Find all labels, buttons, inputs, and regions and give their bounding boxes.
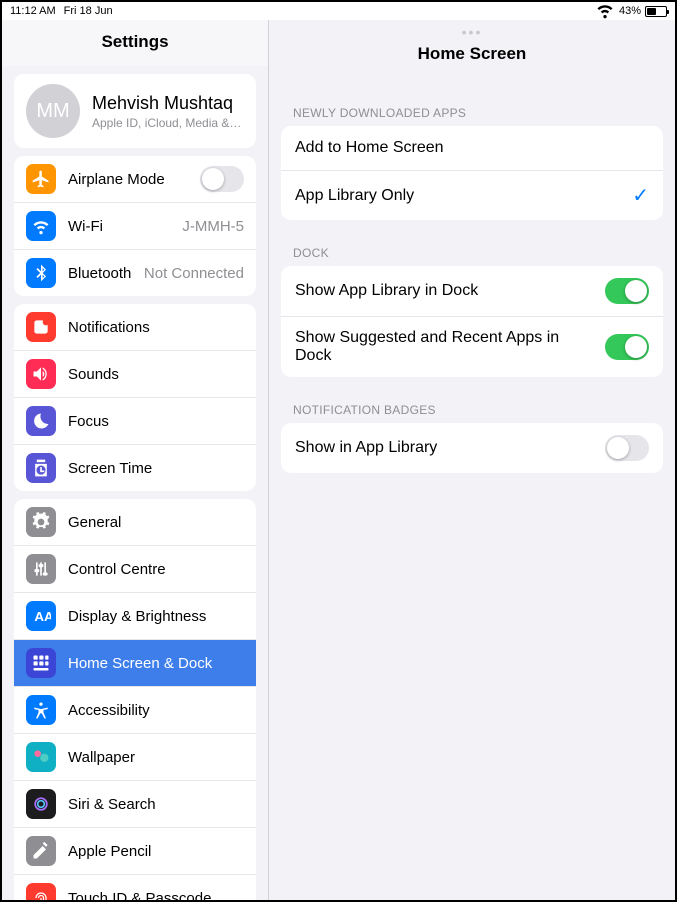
sidebar-item-label: Wi-Fi bbox=[68, 218, 170, 235]
sidebar-item-control[interactable]: Control Centre bbox=[14, 545, 256, 592]
home-icon bbox=[26, 648, 56, 678]
detail-row-label: Add to Home Screen bbox=[295, 139, 649, 157]
sidebar-item-pencil[interactable]: Apple Pencil bbox=[14, 827, 256, 874]
detail-row-label: Show App Library in Dock bbox=[295, 282, 593, 300]
sidebar-item-label: Airplane Mode bbox=[68, 171, 188, 188]
profile-sub: Apple ID, iCloud, Media &… bbox=[92, 116, 244, 130]
detail-title: Home Screen bbox=[269, 40, 675, 88]
detail-group: Show App Library in Dock Show Suggested a… bbox=[281, 266, 663, 377]
sidebar-item-bluetooth[interactable]: Bluetooth Not Connected bbox=[14, 249, 256, 296]
bluetooth-icon bbox=[26, 258, 56, 288]
detail-group: Show in App Library bbox=[281, 423, 663, 473]
detail-group: Add to Home Screen App Library Only ✓ bbox=[281, 126, 663, 220]
sounds-icon bbox=[26, 359, 56, 389]
sidebar-group: General Control Centre AA Display & Brightn… bbox=[14, 499, 256, 900]
sidebar-item-wifi[interactable]: Wi-Fi J-MMH-5 bbox=[14, 202, 256, 249]
profile-row[interactable]: MM Mehvish Mushtaq Apple ID, iCloud, Med… bbox=[14, 74, 256, 148]
sidebar-item-display[interactable]: AA Display & Brightness bbox=[14, 592, 256, 639]
sidebar-item-accessibility[interactable]: Accessibility bbox=[14, 686, 256, 733]
sidebar-item-label: Sounds bbox=[68, 366, 244, 383]
touchid-icon bbox=[26, 883, 56, 900]
sidebar-item-label: Touch ID & Passcode bbox=[68, 890, 244, 901]
detail-toggle[interactable] bbox=[605, 435, 649, 461]
siri-icon bbox=[26, 789, 56, 819]
focus-icon bbox=[26, 406, 56, 436]
sidebar-item-wallpaper[interactable]: Wallpaper bbox=[14, 733, 256, 780]
detail-row[interactable]: Show App Library in Dock bbox=[281, 266, 663, 316]
section-header: Notification Badges bbox=[269, 385, 675, 423]
sidebar-item-label: Display & Brightness bbox=[68, 608, 244, 625]
section-header: Dock bbox=[269, 228, 675, 266]
wifi-icon bbox=[26, 211, 56, 241]
sidebar-item-label: Wallpaper bbox=[68, 749, 244, 766]
svg-text:AA: AA bbox=[34, 609, 51, 624]
checkmark-icon: ✓ bbox=[632, 183, 649, 208]
detail-toggle[interactable] bbox=[605, 278, 649, 304]
section-header: Newly Downloaded Apps bbox=[269, 88, 675, 126]
airplane-icon bbox=[26, 164, 56, 194]
avatar: MM bbox=[26, 84, 80, 138]
sidebar-item-home[interactable]: Home Screen & Dock bbox=[14, 639, 256, 686]
wallpaper-icon bbox=[26, 742, 56, 772]
sidebar-item-siri[interactable]: Siri & Search bbox=[14, 780, 256, 827]
detail-row-label: Show in App Library bbox=[295, 439, 593, 457]
general-icon bbox=[26, 507, 56, 537]
display-icon: AA bbox=[26, 601, 56, 631]
sidebar-item-general[interactable]: General bbox=[14, 499, 256, 545]
control-icon bbox=[26, 554, 56, 584]
sidebar-item-label: Accessibility bbox=[68, 702, 244, 719]
sidebar-item-sounds[interactable]: Sounds bbox=[14, 350, 256, 397]
detail-row[interactable]: App Library Only ✓ bbox=[281, 170, 663, 220]
detail-row[interactable]: Show Suggested and Recent Apps in Dock bbox=[281, 316, 663, 377]
detail-row-label: Show Suggested and Recent Apps in Dock bbox=[295, 329, 593, 365]
sidebar-item-label: Focus bbox=[68, 413, 244, 430]
sidebar-title: Settings bbox=[2, 20, 268, 66]
sidebar-item-label: Home Screen & Dock bbox=[68, 655, 244, 672]
sidebar-item-label: General bbox=[68, 514, 244, 531]
sidebar-item-label: Apple Pencil bbox=[68, 843, 244, 860]
battery-icon bbox=[645, 6, 667, 17]
sidebar-item-accessory: Not Connected bbox=[144, 265, 244, 282]
detail-dots-icon[interactable]: ••• bbox=[269, 20, 675, 40]
detail-row-label: App Library Only bbox=[295, 187, 620, 205]
status-date: Fri 18 Jun bbox=[64, 5, 113, 17]
screentime-icon bbox=[26, 453, 56, 483]
sidebar-item-focus[interactable]: Focus bbox=[14, 397, 256, 444]
sidebar-item-label: Notifications bbox=[68, 319, 244, 336]
profile-name: Mehvish Mushtaq bbox=[92, 93, 244, 114]
status-time: 11:12 AM bbox=[10, 5, 56, 17]
sidebar-item-label: Screen Time bbox=[68, 460, 244, 477]
status-battery: 43% bbox=[619, 5, 641, 17]
sidebar-item-accessory: J-MMH-5 bbox=[182, 218, 244, 235]
pencil-icon bbox=[26, 836, 56, 866]
sidebar-item-airplane[interactable]: Airplane Mode bbox=[14, 156, 256, 202]
detail-row[interactable]: Show in App Library bbox=[281, 423, 663, 473]
detail-toggle[interactable] bbox=[605, 334, 649, 360]
status-bar: 11:12 AM Fri 18 Jun 43% bbox=[2, 2, 675, 20]
detail-row[interactable]: Add to Home Screen bbox=[281, 126, 663, 170]
airplane-toggle[interactable] bbox=[200, 166, 244, 192]
detail-pane: ••• Home Screen Newly Downloaded AppsAdd… bbox=[269, 20, 675, 900]
notifications-icon bbox=[26, 312, 56, 342]
sidebar-item-touchid[interactable]: Touch ID & Passcode bbox=[14, 874, 256, 900]
sidebar-group: Notifications Sounds Focus Screen Time bbox=[14, 304, 256, 491]
sidebar-group: Airplane Mode Wi-Fi J-MMH-5 Bluetooth Not Co… bbox=[14, 156, 256, 296]
accessibility-icon bbox=[26, 695, 56, 725]
sidebar-item-label: Bluetooth bbox=[68, 265, 132, 282]
settings-sidebar: Settings MM Mehvish Mushtaq Apple ID, iC… bbox=[2, 20, 269, 900]
sidebar-item-label: Siri & Search bbox=[68, 796, 244, 813]
sidebar-item-screentime[interactable]: Screen Time bbox=[14, 444, 256, 491]
sidebar-item-notifications[interactable]: Notifications bbox=[14, 304, 256, 350]
sidebar-item-label: Control Centre bbox=[68, 561, 244, 578]
